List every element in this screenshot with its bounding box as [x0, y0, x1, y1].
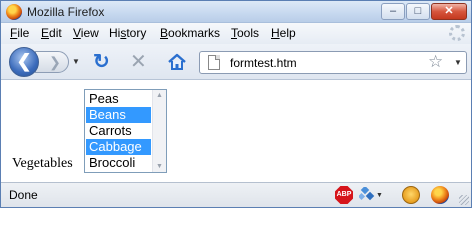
adblock-icon[interactable]: ABP: [335, 186, 353, 204]
home-icon[interactable]: [167, 52, 187, 72]
menu-view[interactable]: View: [73, 26, 99, 40]
option-carrots[interactable]: Carrots: [86, 123, 151, 139]
page-content: Vegetables Peas Beans Carrots Cabbage Br…: [1, 81, 471, 182]
close-button[interactable]: ✕: [431, 3, 467, 20]
maximize-button[interactable]: □: [406, 3, 430, 20]
smiley-icon[interactable]: [402, 186, 420, 204]
forward-button[interactable]: ❯: [35, 51, 69, 73]
extension-icon[interactable]: [359, 187, 375, 203]
extension-dropdown-icon[interactable]: ▼: [376, 192, 383, 199]
url-text[interactable]: formtest.htm: [230, 56, 297, 70]
menu-file[interactable]: File: [10, 26, 29, 40]
browser-window: Mozilla Firefox – □ ✕ File Edit View His…: [0, 0, 472, 208]
menu-history[interactable]: History: [109, 26, 146, 40]
menu-bookmarks[interactable]: Bookmarks: [160, 26, 220, 40]
option-beans[interactable]: Beans: [86, 107, 151, 123]
option-peas[interactable]: Peas: [86, 91, 151, 107]
vegetables-listbox[interactable]: Peas Beans Carrots Cabbage Broccoli ▲ ▼: [84, 89, 167, 173]
minimize-button[interactable]: –: [381, 3, 405, 20]
reload-icon[interactable]: ↻: [93, 51, 110, 73]
bookmark-star-icon[interactable]: ☆: [428, 52, 443, 72]
scroll-up-icon[interactable]: ▲: [156, 92, 163, 99]
page-icon: [208, 55, 220, 70]
option-broccoli[interactable]: Broccoli: [86, 155, 151, 171]
menu-tools[interactable]: Tools: [231, 26, 259, 40]
vegetables-label: Vegetables: [12, 156, 73, 171]
option-cabbage[interactable]: Cabbage: [86, 139, 151, 155]
menu-edit[interactable]: Edit: [41, 26, 62, 40]
title-bar: Mozilla Firefox – □ ✕: [1, 1, 471, 23]
menu-help[interactable]: Help: [271, 26, 296, 40]
history-dropdown-icon[interactable]: ▼: [72, 57, 80, 66]
back-button[interactable]: ❮: [9, 47, 39, 77]
address-bar[interactable]: formtest.htm ☆ ▼: [199, 51, 467, 74]
status-bar: Done ABP ▼: [1, 182, 471, 207]
scroll-down-icon[interactable]: ▼: [156, 163, 163, 170]
resize-grip-icon[interactable]: [459, 195, 469, 205]
stop-icon[interactable]: ✕: [130, 51, 147, 73]
listbox-scrollbar[interactable]: ▲ ▼: [152, 90, 166, 172]
firefox-status-icon[interactable]: [431, 186, 449, 204]
status-text: Done: [9, 188, 38, 202]
window-title: Mozilla Firefox: [27, 5, 105, 19]
menu-bar: File Edit View History Bookmarks Tools H…: [1, 23, 471, 44]
firefox-icon: [6, 4, 22, 20]
url-dropdown-icon[interactable]: ▼: [454, 58, 462, 67]
throbber-icon: [449, 25, 465, 41]
